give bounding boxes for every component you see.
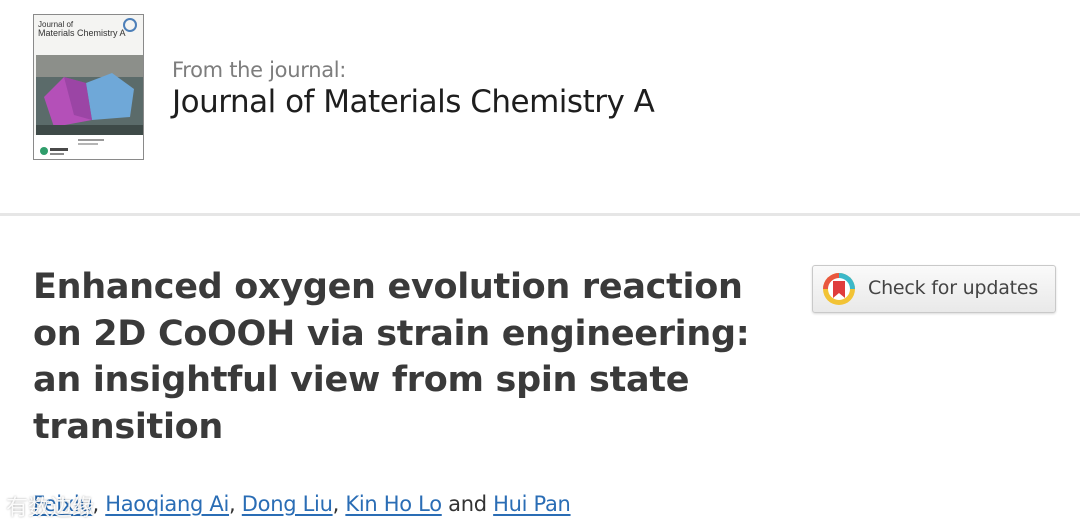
check-for-updates-button[interactable]: Check for updates (812, 265, 1056, 313)
journal-from-label: From the journal: (172, 58, 347, 82)
author-link[interactable]: Kin Ho Lo (345, 492, 442, 516)
author-link[interactable]: Feixiu (33, 492, 93, 516)
cover-title: Journal of Materials Chemistry A (38, 20, 126, 38)
journal-name-link[interactable]: Journal of Materials Chemistry A (172, 84, 655, 120)
author-list: Feixiu, Haoqiang Ai, Dong Liu, Kin Ho Lo… (33, 492, 571, 516)
header-divider (0, 213, 1080, 216)
crossmark-icon (823, 273, 855, 305)
journal-cover-image[interactable]: Journal of Materials Chemistry A (33, 14, 144, 160)
journal-header: Journal of Materials Chemistry A From th… (0, 0, 1080, 213)
authors-and-text: and (448, 492, 487, 516)
author-link[interactable]: Dong Liu (242, 492, 333, 516)
author-link[interactable]: Haoqiang Ai (105, 492, 229, 516)
check-for-updates-label: Check for updates (868, 277, 1039, 299)
article-title: Enhanced oxygen evolution reaction on 2D… (33, 267, 750, 447)
author-link[interactable]: Hui Pan (493, 492, 571, 516)
